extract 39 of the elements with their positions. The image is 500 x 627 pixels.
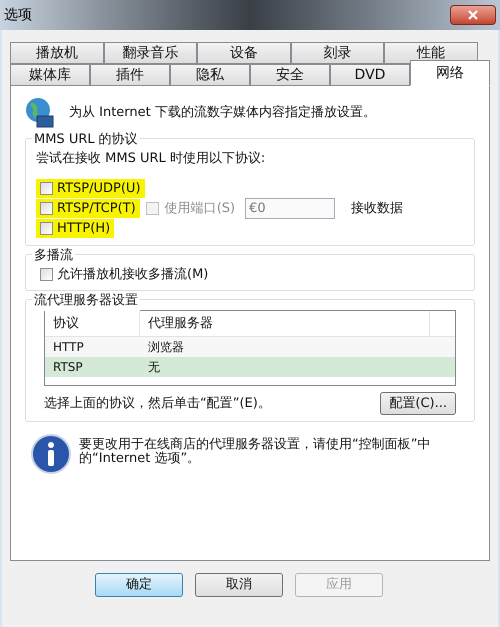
checkbox[interactable] — [40, 268, 53, 281]
configure-button[interactable]: 配置(C)... — [380, 392, 456, 415]
column-header[interactable]: 代理服务器 — [140, 311, 430, 336]
tab[interactable]: 安全 — [250, 64, 330, 86]
group-title: 流代理服务器设置 — [32, 291, 140, 310]
tab[interactable]: 媒体库 — [10, 64, 90, 86]
table-cell-text: RTSP — [52, 359, 84, 376]
checkbox[interactable] — [40, 182, 53, 195]
window-title: 选项 — [4, 6, 32, 24]
table-row[interactable]: RTSP 无 — [45, 357, 455, 377]
tab[interactable]: 网络 — [410, 60, 490, 86]
close-icon — [467, 9, 479, 21]
dialog-button[interactable]: 确定 — [95, 573, 183, 597]
column-header[interactable]: 协议 — [45, 311, 140, 336]
protocol-option[interactable]: RTSP/TCP(T) — [36, 198, 140, 218]
protocol-prompt: 尝试在接收 MMS URL 时使用以下协议: — [36, 150, 266, 168]
info-text: 要更改用于在线商店的代理服务器设置，请使用“控制面板”中的“Internet 选项”。 — [79, 436, 432, 466]
table-cell-text: 浏览器 — [147, 339, 185, 356]
tab[interactable]: 隐私 — [170, 64, 250, 86]
port-label: 使用端口(S) — [164, 200, 236, 218]
checkbox[interactable] — [40, 222, 53, 235]
tab[interactable]: 插件 — [90, 64, 170, 86]
tab[interactable]: DVD — [330, 64, 410, 86]
proxy-hint: 选择上面的协议，然后单击“配置”(E)。 — [44, 394, 271, 413]
protocol-option[interactable]: RTSP/UDP(U) — [36, 178, 145, 198]
table-cell-text: 无 — [147, 359, 161, 376]
protocol-option[interactable]: HTTP(H) — [36, 218, 114, 238]
info-icon — [31, 434, 71, 474]
checkbox[interactable] — [40, 202, 53, 215]
tab[interactable]: 刻录 — [290, 42, 384, 64]
intro-text: 为从 Internet 下载的流数字媒体内容指定播放设置。 — [69, 104, 376, 122]
tab[interactable]: 设备 — [197, 42, 291, 64]
table-row[interactable]: HTTP 浏览器 — [45, 337, 455, 357]
close-button[interactable] — [450, 5, 496, 25]
tab[interactable]: 翻录音乐 — [104, 42, 198, 64]
port-suffix: 接收数据 — [351, 200, 404, 218]
tab[interactable]: 播放机 — [10, 42, 104, 64]
table-cell-text: HTTP — [52, 339, 85, 356]
dialog-button[interactable]: 取消 — [195, 573, 283, 597]
